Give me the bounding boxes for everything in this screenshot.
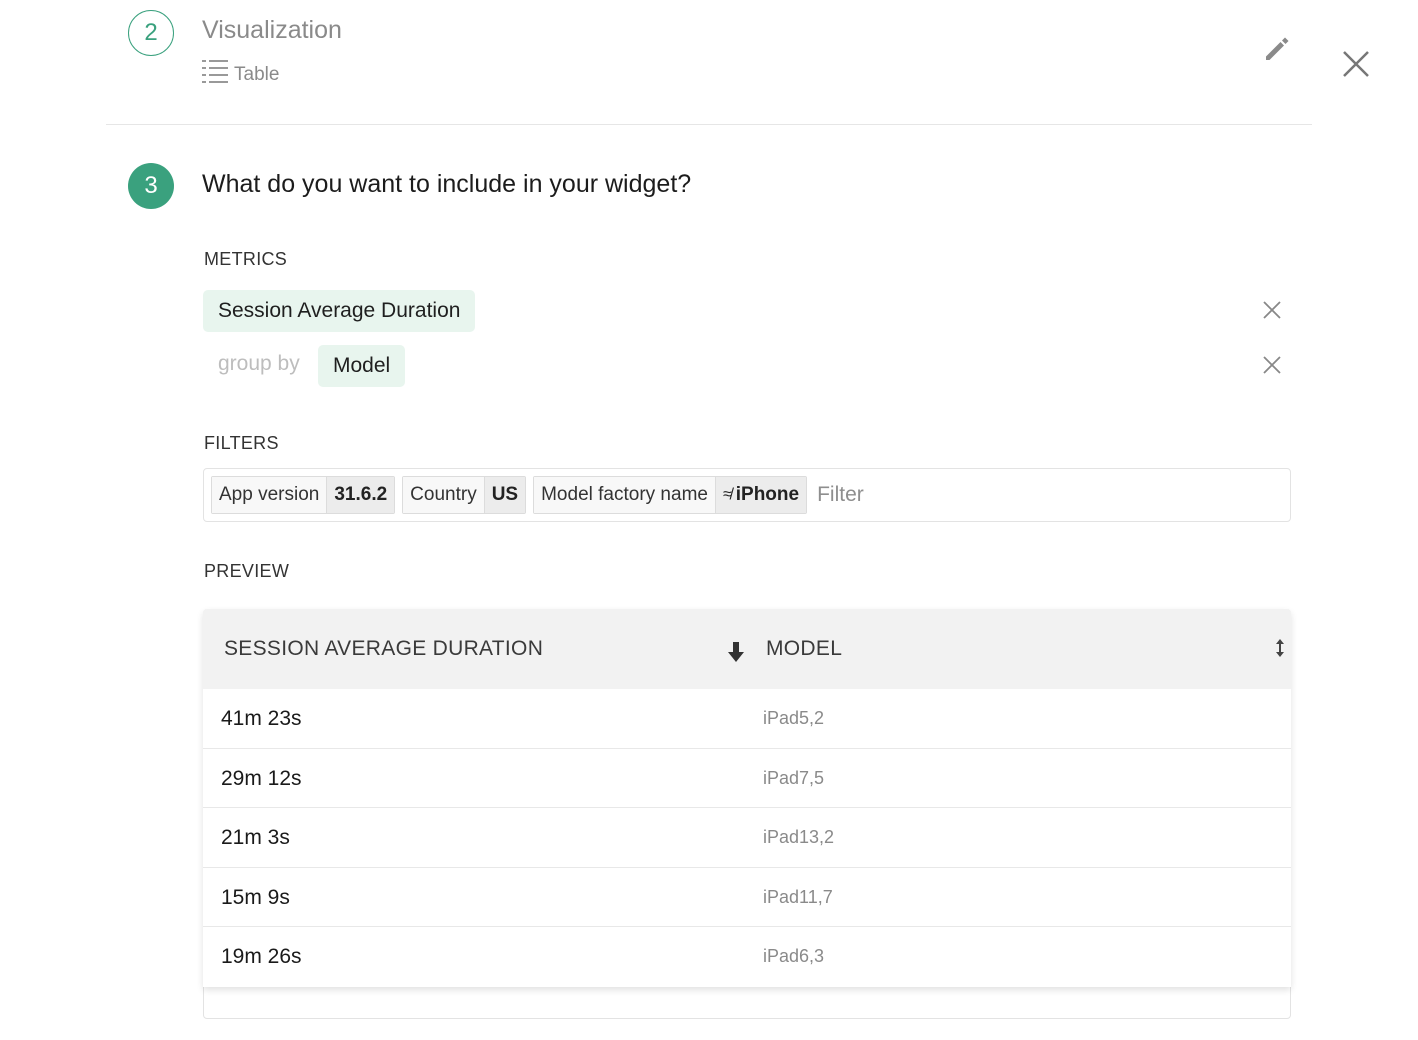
- column-header-model[interactable]: MODEL: [766, 609, 842, 689]
- step-2-badge: 2: [128, 10, 174, 56]
- filter-value: 31.6.2: [327, 477, 395, 513]
- duration-cell: 19m 26s: [221, 945, 302, 968]
- duration-cell: 21m 3s: [221, 826, 290, 849]
- step-3-badge: 3: [128, 163, 174, 209]
- visualization-title: Visualization: [202, 16, 342, 44]
- table-row: 21m 3s iPad13,2: [203, 808, 1291, 868]
- filter-tag-model-factory-name[interactable]: Model factory name ≉ iPhone: [533, 476, 808, 514]
- remove-group-by-close-icon[interactable]: [1262, 355, 1282, 375]
- table-header: SESSION AVERAGE DURATION MODEL: [203, 609, 1291, 689]
- filter-key: App version: [212, 477, 328, 513]
- list-icon: [202, 58, 228, 92]
- preview-label: PREVIEW: [204, 561, 290, 581]
- filter-value: US: [484, 477, 526, 513]
- close-icon[interactable]: [1336, 44, 1376, 84]
- section-divider: [106, 124, 1312, 125]
- metrics-label: METRICS: [204, 249, 288, 269]
- model-cell: iPad6,3: [763, 946, 825, 966]
- not-equal-operator: ≉: [722, 486, 732, 503]
- group-by-label: group by: [218, 352, 300, 375]
- filter-input[interactable]: [814, 482, 1220, 508]
- model-cell: iPad7,5: [763, 767, 825, 788]
- model-cell: iPad5,2: [763, 708, 825, 728]
- filter-value-wrap: ≉ iPhone: [715, 477, 807, 513]
- filter-tag-country[interactable]: Country US: [402, 476, 527, 514]
- filters-bar: App version 31.6.2 Country US Model fact…: [203, 468, 1291, 522]
- duration-cell: 41m 23s: [221, 707, 302, 730]
- model-cell: iPad13,2: [763, 827, 835, 847]
- sort-descending-icon[interactable]: [726, 640, 746, 669]
- step-3-question: What do you want to include in your widg…: [202, 170, 692, 198]
- model-cell: iPad11,7: [763, 886, 833, 907]
- preview-table: SESSION AVERAGE DURATION MODEL 41m 23s i…: [203, 609, 1291, 987]
- filter-key: Country: [403, 477, 485, 513]
- sort-toggle-icon[interactable]: [1274, 638, 1286, 663]
- filter-key: Model factory name: [534, 477, 716, 513]
- group-by-chip[interactable]: Model: [318, 345, 406, 387]
- filter-tag-app-version[interactable]: App version 31.6.2: [211, 476, 396, 514]
- pencil-icon[interactable]: [1262, 32, 1294, 64]
- metric-chip[interactable]: Session Average Duration: [203, 290, 476, 332]
- table-row: 29m 12s iPad7,5: [203, 749, 1291, 808]
- visualization-type: Table: [202, 58, 279, 92]
- duration-cell: 15m 9s: [221, 885, 290, 909]
- visualization-type-label: Table: [234, 64, 280, 85]
- table-row: 15m 9s iPad11,7: [203, 868, 1291, 927]
- table-row: 19m 26s iPad6,3: [203, 927, 1291, 987]
- column-header-session-average-duration[interactable]: SESSION AVERAGE DURATION: [224, 609, 543, 689]
- duration-cell: 29m 12s: [221, 766, 302, 790]
- filters-label: FILTERS: [204, 433, 279, 453]
- remove-metric-close-icon[interactable]: [1262, 300, 1282, 320]
- filter-value: iPhone: [735, 484, 800, 505]
- table-row: 41m 23s iPad5,2: [203, 689, 1291, 749]
